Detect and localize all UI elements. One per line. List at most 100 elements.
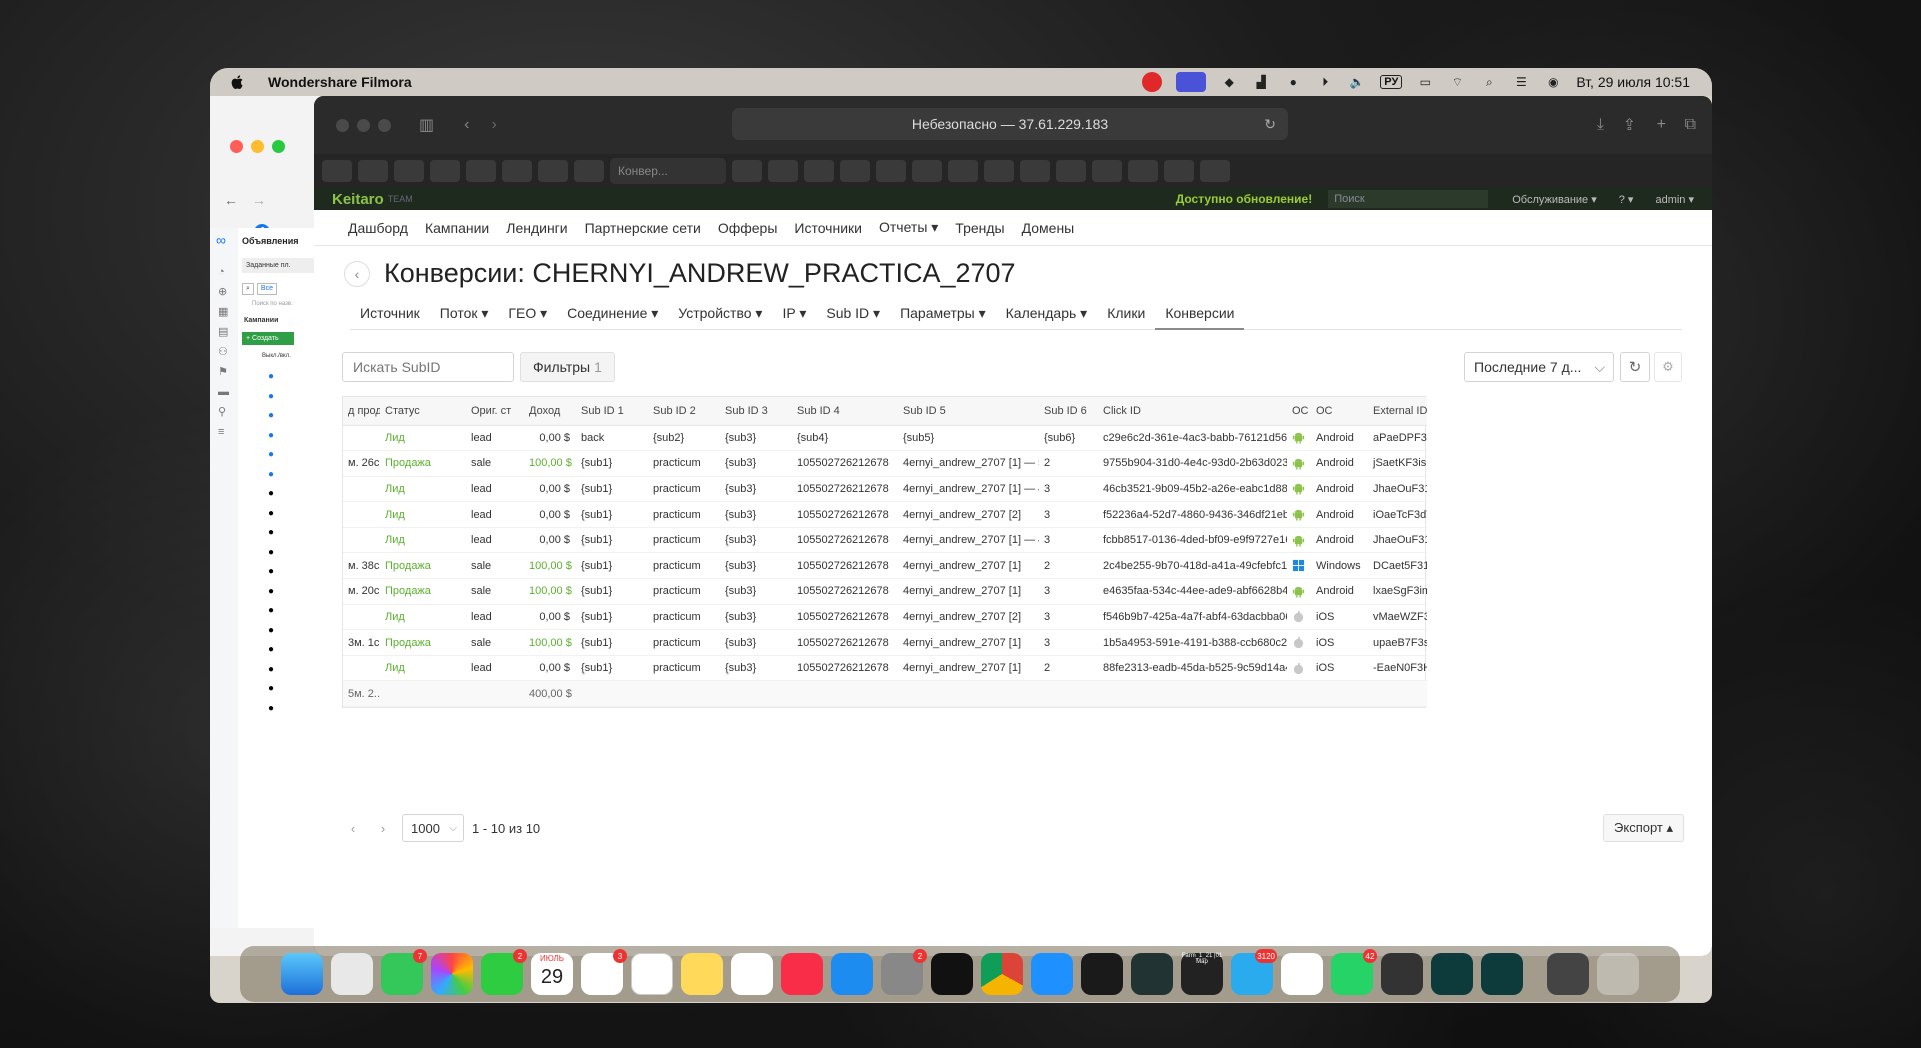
help-menu[interactable]: ? ▾ (1619, 193, 1634, 206)
nav-sources[interactable]: Источники (794, 220, 862, 236)
column-header[interactable]: External ID (1368, 397, 1427, 426)
minimize-window-button[interactable] (251, 140, 264, 153)
tab-icon[interactable] (1164, 160, 1194, 182)
tab-icon[interactable] (1128, 160, 1158, 182)
refresh-button[interactable]: ↻ (1620, 352, 1650, 382)
column-header[interactable]: Click ID (1098, 397, 1287, 426)
menubar-datetime[interactable]: Вт, 29 июля 10:51 (1576, 74, 1690, 90)
record-icon[interactable] (1142, 72, 1163, 92)
keitaro-logo[interactable]: Keitaro (332, 191, 384, 208)
address-bar[interactable]: Небезопасно — 37.61.229.183 ↻ (732, 108, 1288, 140)
forward-arrow-icon[interactable]: → (252, 192, 266, 208)
tab-active-conversions[interactable]: Конвер... (610, 158, 726, 184)
tab-source[interactable]: Источник (350, 300, 430, 330)
tab-calendar[interactable]: Календарь ▾ (996, 300, 1098, 330)
nav-campaigns[interactable]: Кампании (425, 220, 489, 236)
active-app-name[interactable]: Wondershare Filmora (268, 74, 412, 90)
music-icon[interactable] (781, 953, 823, 995)
table-row[interactable]: м. 26с. Продажа sale 100,00 $ {sub1} practicu… (343, 450, 1427, 477)
tab-icon[interactable] (984, 160, 1014, 182)
dark-app-icon[interactable] (931, 953, 973, 995)
volume-icon[interactable]: 🔈 (1348, 74, 1366, 90)
calculator-icon[interactable] (1381, 953, 1423, 995)
tab-icon[interactable] (466, 160, 496, 182)
siri-icon[interactable]: ◉ (1544, 74, 1562, 90)
tab-conversions[interactable]: Конверсии (1155, 300, 1245, 330)
settings-button[interactable]: ⚙ (1654, 352, 1682, 382)
fb-create-button[interactable]: + Создать (242, 332, 294, 345)
downloads-stack-icon[interactable] (1547, 953, 1589, 995)
trash-icon[interactable] (1597, 953, 1639, 995)
download-icon[interactable]: ⤓ (1597, 116, 1604, 134)
control-center-icon[interactable]: ☰ (1512, 74, 1530, 90)
app-store-icon[interactable] (831, 953, 873, 995)
tab-icon[interactable] (876, 160, 906, 182)
tab-icon[interactable] (912, 160, 942, 182)
sidebar-toggle-icon[interactable]: ▥ (419, 115, 434, 135)
table-row[interactable]: Лид lead 0,00 $ {sub1} practicum {sub3} 105502… (343, 604, 1427, 631)
tab-icon[interactable] (574, 160, 604, 182)
column-header[interactable]: Статус (380, 397, 466, 426)
table-row[interactable]: 3м. 1с. Продажа sale 100,00 $ {sub1} practicu… (343, 629, 1427, 656)
tab-icon[interactable] (322, 160, 352, 182)
nav-landings[interactable]: Лендинги (506, 220, 567, 236)
back-button[interactable]: ‹ (344, 260, 370, 287)
chatgpt-icon[interactable] (631, 953, 673, 995)
tab-connection[interactable]: Соединение ▾ (557, 300, 668, 330)
tab-icon[interactable] (1056, 160, 1086, 182)
nav-domains[interactable]: Домены (1022, 220, 1075, 236)
tab-icon[interactable] (430, 160, 460, 182)
photos-icon[interactable] (431, 953, 473, 995)
filmora-icon[interactable] (1431, 953, 1473, 995)
screen-share-icon[interactable] (1176, 72, 1207, 92)
fb-search-input[interactable]: Поиск по назв. (252, 301, 319, 307)
global-search-input[interactable]: Поиск (1328, 190, 1489, 208)
tab-device[interactable]: Устройство ▾ (668, 300, 772, 330)
column-header[interactable]: д прод (343, 397, 380, 426)
chrome-icon[interactable] (981, 953, 1023, 995)
wifi-icon[interactable]: ⌔ (1448, 74, 1466, 90)
subid-search-input[interactable] (342, 352, 514, 382)
table-row[interactable]: м. 20с. Продажа sale 100,00 $ {sub1} practicu… (343, 578, 1427, 605)
battery-icon[interactable]: ▭ (1416, 74, 1434, 90)
tab-icon[interactable] (1092, 160, 1122, 182)
tab-icon[interactable] (394, 160, 424, 182)
new-tab-icon[interactable]: + (1657, 116, 1666, 134)
telegram-icon[interactable]: 3120 (1231, 949, 1277, 995)
column-header[interactable]: Sub ID 3 (720, 397, 792, 426)
column-header[interactable]: Sub ID 4 (792, 397, 898, 426)
column-header[interactable]: Sub ID 6 (1039, 397, 1098, 426)
column-header[interactable]: Sub ID 5 (898, 397, 1039, 426)
fb-toggle-list[interactable]: ● ● ● ● ● ● ● ● ● ● ● ● ● ● ● ● ● ● (268, 367, 319, 718)
export-button[interactable]: Экспорт ▴ (1603, 814, 1684, 842)
facetime-icon[interactable]: 2 (481, 949, 527, 995)
tab-icon[interactable] (732, 160, 762, 182)
zoom-window-button[interactable] (272, 140, 285, 153)
nav-affiliate-networks[interactable]: Партнерские сети (585, 220, 701, 236)
nav-reports[interactable]: Отчеты ▾ (879, 219, 938, 236)
tab-icon[interactable] (768, 160, 798, 182)
filters-button[interactable]: Фильтры 1 (520, 352, 615, 382)
tab-icon[interactable] (948, 160, 978, 182)
tab-icon[interactable] (538, 160, 568, 182)
stats-icon[interactable]: ▟ (1252, 74, 1270, 90)
fb-all-button[interactable]: Все (256, 283, 277, 295)
back-arrow-icon[interactable]: ← (224, 192, 238, 208)
system-settings-icon[interactable]: 2 (881, 949, 927, 995)
tab-icon[interactable] (358, 160, 388, 182)
diamond-icon[interactable]: ◆ (1220, 74, 1238, 90)
finder-icon[interactable] (281, 953, 323, 995)
fb-campaigns-label[interactable]: Кампании (244, 317, 319, 324)
tab-geo[interactable]: ГЕО ▾ (498, 300, 557, 330)
charts-app-icon[interactable] (1281, 953, 1323, 995)
tab-clicks[interactable]: Клики (1097, 300, 1155, 330)
freeform-icon[interactable] (731, 953, 773, 995)
safari-icon[interactable] (1031, 953, 1073, 995)
table-row[interactable]: Лид lead 0,00 $ {sub1} practicum {sub3} 105502… (343, 476, 1427, 503)
reload-icon[interactable]: ↻ (1264, 116, 1276, 133)
table-row[interactable]: Лид lead 0,00 $ {sub1} practicum {sub3} 105502… (343, 655, 1427, 682)
meta-icon[interactable]: ∞ (216, 232, 238, 248)
table-row[interactable]: м. 38с. Продажа sale 100,00 $ {sub1} practicu… (343, 552, 1427, 580)
launchpad-icon[interactable] (331, 953, 373, 995)
column-header[interactable]: Ориг. ст (466, 397, 524, 426)
